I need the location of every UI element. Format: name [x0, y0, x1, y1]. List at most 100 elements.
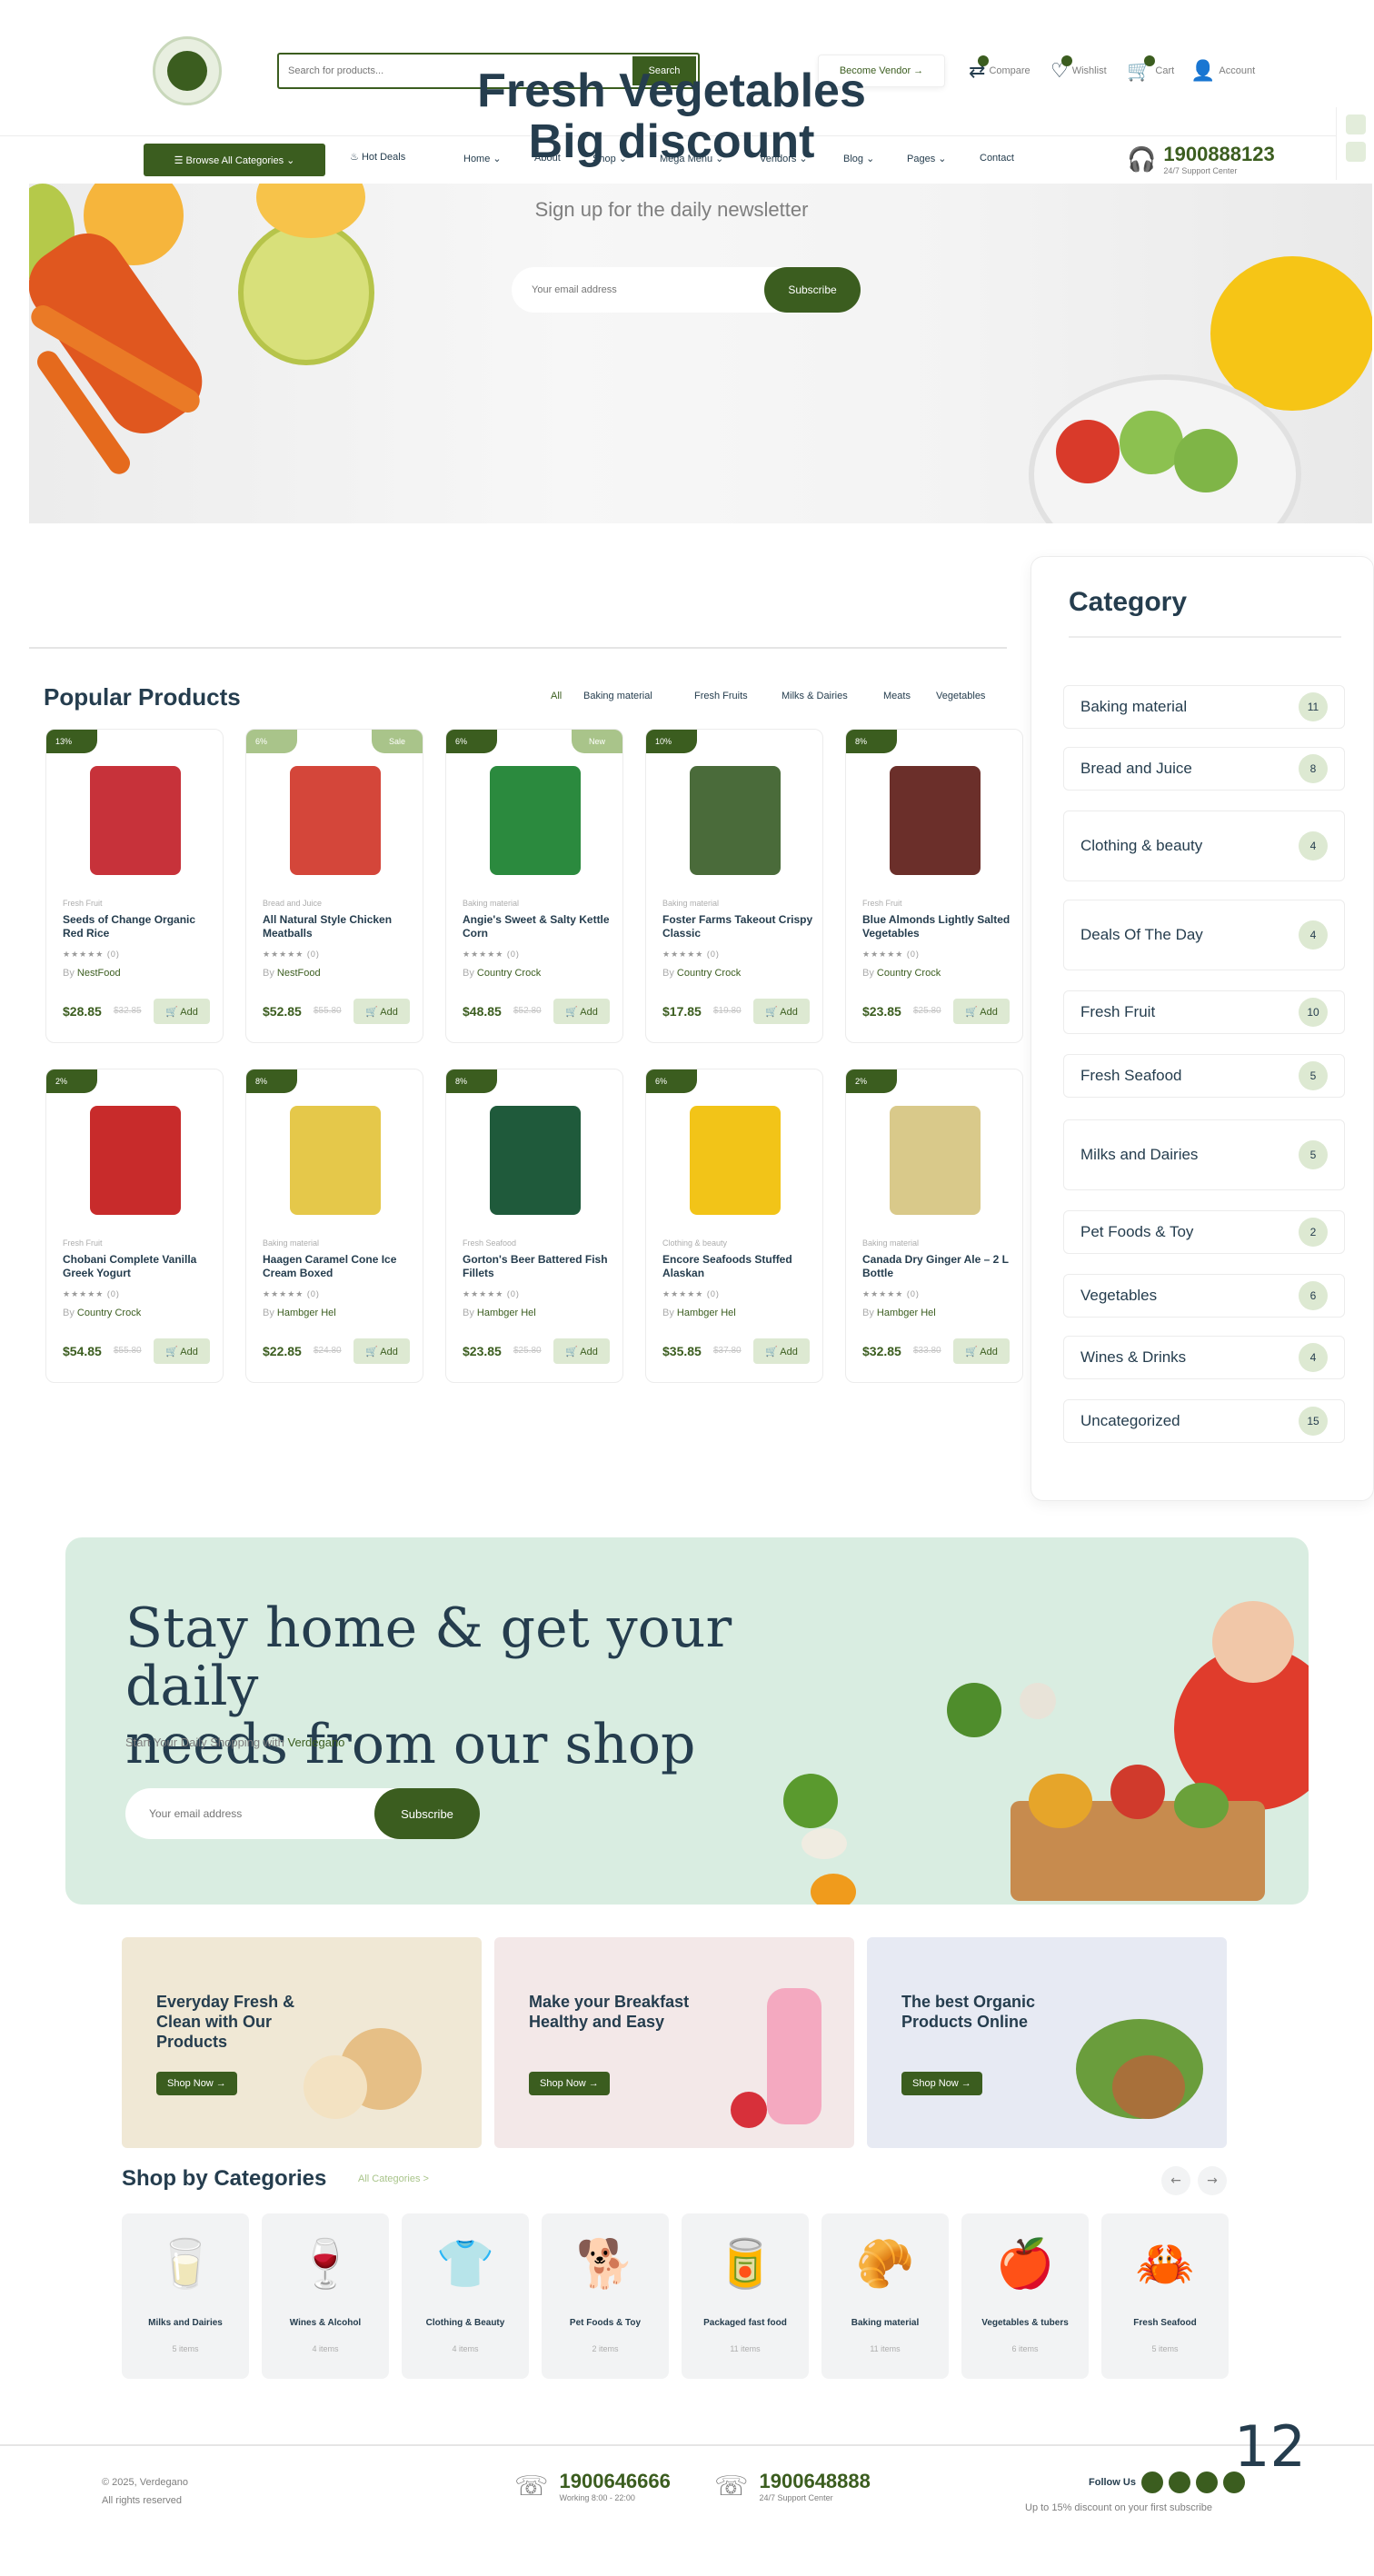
hero-email-input[interactable] [532, 281, 732, 299]
tab-meats[interactable]: Meats [883, 691, 911, 701]
category-item[interactable]: Uncategorized 15 [1063, 1399, 1345, 1443]
prev-arrow-button[interactable]: ← [1161, 2166, 1190, 2195]
settings-icon[interactable] [1345, 142, 1366, 162]
category-card[interactable]: 🐕 Pet Foods & Toy 2 items [542, 2213, 669, 2379]
category-card[interactable]: 🍎 Vegetables & tubers 6 items [961, 2213, 1089, 2379]
category-card[interactable]: 🥐 Baking material 11 items [821, 2213, 949, 2379]
product-old-price: $33.80 [913, 1346, 941, 1356]
broccoli-image [947, 1683, 1001, 1737]
product-card[interactable]: 2% Baking material Canada Dry Ginger Ale –… [845, 1069, 1023, 1383]
category-item[interactable]: Fresh Seafood 5 [1063, 1054, 1345, 1098]
tab-all[interactable]: All [551, 691, 562, 701]
tab-vegetables[interactable]: Vegetables [936, 691, 985, 701]
product-card[interactable]: 6% Clothing & beauty Encore Seafoods Stuff… [645, 1069, 823, 1383]
product-category[interactable]: Clothing & beauty [662, 1238, 727, 1248]
product-card[interactable]: 10% Baking material Foster Farms Takeout C… [645, 729, 823, 1043]
shop-now-button[interactable]: Shop Now → [529, 2072, 610, 2095]
add-to-cart-button[interactable]: 🛒 Add [753, 1338, 810, 1364]
footer-phone-2[interactable]: ☏ 1900648888 24/7 Support Center [714, 2470, 871, 2502]
shop-now-button[interactable]: Shop Now → [156, 2072, 237, 2095]
product-image[interactable] [690, 1106, 781, 1215]
product-card[interactable]: 6% New Baking material Angie's Sweet & Salt… [445, 729, 623, 1043]
add-to-cart-button[interactable]: 🛒 Add [154, 999, 210, 1024]
cauliflower-image [1020, 1683, 1056, 1719]
rating-stars: ★★★★★ (0) [463, 950, 520, 959]
product-card[interactable]: 2% Fresh Fruit Chobani Complete Vanilla Gr… [45, 1069, 224, 1383]
product-name[interactable]: Blue Almonds Lightly Salted Vegetables [862, 913, 1015, 940]
newsletter-subscribe-button[interactable]: Subscribe [374, 1788, 480, 1839]
product-image[interactable] [90, 766, 181, 875]
category-item[interactable]: Fresh Fruit 10 [1063, 990, 1345, 1034]
add-to-cart-button[interactable]: 🛒 Add [154, 1338, 210, 1364]
add-to-cart-button[interactable]: 🛒 Add [953, 1338, 1010, 1364]
product-category[interactable]: Fresh Fruit [862, 899, 902, 908]
product-category[interactable]: Fresh Seafood [463, 1238, 516, 1248]
product-name[interactable]: Canada Dry Ginger Ale – 2 L Bottle [862, 1253, 1015, 1280]
product-image[interactable] [290, 766, 381, 875]
add-to-cart-button[interactable]: 🛒 Add [353, 999, 410, 1024]
tab-fresh-fruits[interactable]: Fresh Fruits [694, 691, 748, 701]
category-item[interactable]: Wines & Drinks 4 [1063, 1336, 1345, 1379]
product-name[interactable]: Foster Farms Takeout Crispy Classic [662, 913, 815, 940]
category-card[interactable]: 🥫 Packaged fast food 11 items [682, 2213, 809, 2379]
product-image[interactable] [490, 766, 581, 875]
product-name[interactable]: All Natural Style Chicken Meatballs [263, 913, 415, 940]
product-category[interactable]: Fresh Fruit [63, 899, 103, 908]
category-count: 6 [1299, 1281, 1328, 1310]
category-item[interactable]: Deals Of The Day 4 [1063, 900, 1345, 970]
product-category[interactable]: Baking material [263, 1238, 319, 1248]
product-category[interactable]: Baking material [463, 899, 519, 908]
product-category[interactable]: Baking material [662, 899, 719, 908]
product-name[interactable]: Haagen Caramel Cone Ice Cream Boxed [263, 1253, 415, 1280]
shop-now-button[interactable]: Shop Now → [901, 2072, 982, 2095]
product-card[interactable]: 8% Baking material Haagen Caramel Cone Ice… [245, 1069, 423, 1383]
product-card[interactable]: 8% Fresh Fruit Blue Almonds Lightly Salted… [845, 729, 1023, 1043]
product-name[interactable]: Chobani Complete Vanilla Greek Yogurt [63, 1253, 215, 1280]
discount-badge: 8% [846, 730, 897, 753]
category-item[interactable]: Vegetables 6 [1063, 1274, 1345, 1318]
product-name[interactable]: Seeds of Change Organic Red Rice [63, 913, 215, 940]
product-category[interactable]: Baking material [862, 1238, 919, 1248]
tab-baking-material[interactable]: Baking material [583, 691, 652, 701]
footer-phone-1[interactable]: ☏ 1900646666 Working 8:00 - 22:00 [514, 2470, 671, 2502]
product-image[interactable] [690, 766, 781, 875]
category-item[interactable]: Milks and Dairies 5 [1063, 1119, 1345, 1190]
product-name[interactable]: Encore Seafoods Stuffed Alaskan [662, 1253, 815, 1280]
next-arrow-button[interactable]: → [1198, 2166, 1227, 2195]
all-categories-link[interactable]: All Categories > [358, 2173, 429, 2184]
product-card[interactable]: 8% Fresh Seafood Gorton's Beer Battered Fi… [445, 1069, 623, 1383]
add-to-cart-button[interactable]: 🛒 Add [553, 1338, 610, 1364]
category-item[interactable]: Pet Foods & Toy 2 [1063, 1210, 1345, 1254]
product-name[interactable]: Angie's Sweet & Salty Kettle Corn [463, 913, 615, 940]
newsletter-email-input[interactable] [149, 1805, 349, 1823]
add-to-cart-button[interactable]: 🛒 Add [353, 1338, 410, 1364]
product-image[interactable] [890, 766, 981, 875]
product-image[interactable] [890, 1106, 981, 1215]
category-card[interactable]: 🥛 Milks and Dairies 5 items [122, 2213, 249, 2379]
category-item[interactable]: Bread and Juice 8 [1063, 747, 1345, 791]
category-item[interactable]: Baking material 11 [1063, 685, 1345, 729]
product-image[interactable] [90, 1106, 181, 1215]
twitter-icon[interactable] [1168, 2472, 1190, 2493]
category-card[interactable]: 🍷 Wines & Alcohol 4 items [262, 2213, 389, 2379]
hero-subscribe-button[interactable]: Subscribe [764, 267, 861, 313]
add-to-cart-button[interactable]: 🛒 Add [753, 999, 810, 1024]
product-image[interactable] [490, 1106, 581, 1215]
category-card-name: Clothing & Beauty [425, 2318, 505, 2328]
product-name[interactable]: Gorton's Beer Battered Fish Fillets [463, 1253, 615, 1280]
doc-icon[interactable] [1345, 114, 1366, 134]
instagram-icon[interactable] [1195, 2472, 1218, 2493]
tab-milks-dairies[interactable]: Milks & Dairies [782, 691, 848, 701]
category-card[interactable]: 🦀 Fresh Seafood 5 items [1101, 2213, 1229, 2379]
add-to-cart-button[interactable]: 🛒 Add [953, 999, 1010, 1024]
category-item[interactable]: Clothing & beauty 4 [1063, 811, 1345, 881]
add-to-cart-button[interactable]: 🛒 Add [553, 999, 610, 1024]
category-card[interactable]: 👕 Clothing & Beauty 4 items [402, 2213, 529, 2379]
product-image[interactable] [290, 1106, 381, 1215]
product-card[interactable]: 13% Fresh Fruit Seeds of Change Organic Re… [45, 729, 224, 1043]
milk-bottle-icon: 🥛 [155, 2237, 215, 2292]
product-category[interactable]: Fresh Fruit [63, 1238, 103, 1248]
product-category[interactable]: Bread and Juice [263, 899, 322, 908]
facebook-icon[interactable] [1140, 2472, 1163, 2493]
product-card[interactable]: 6% Sale Bread and Juice All Natural Style C… [245, 729, 423, 1043]
